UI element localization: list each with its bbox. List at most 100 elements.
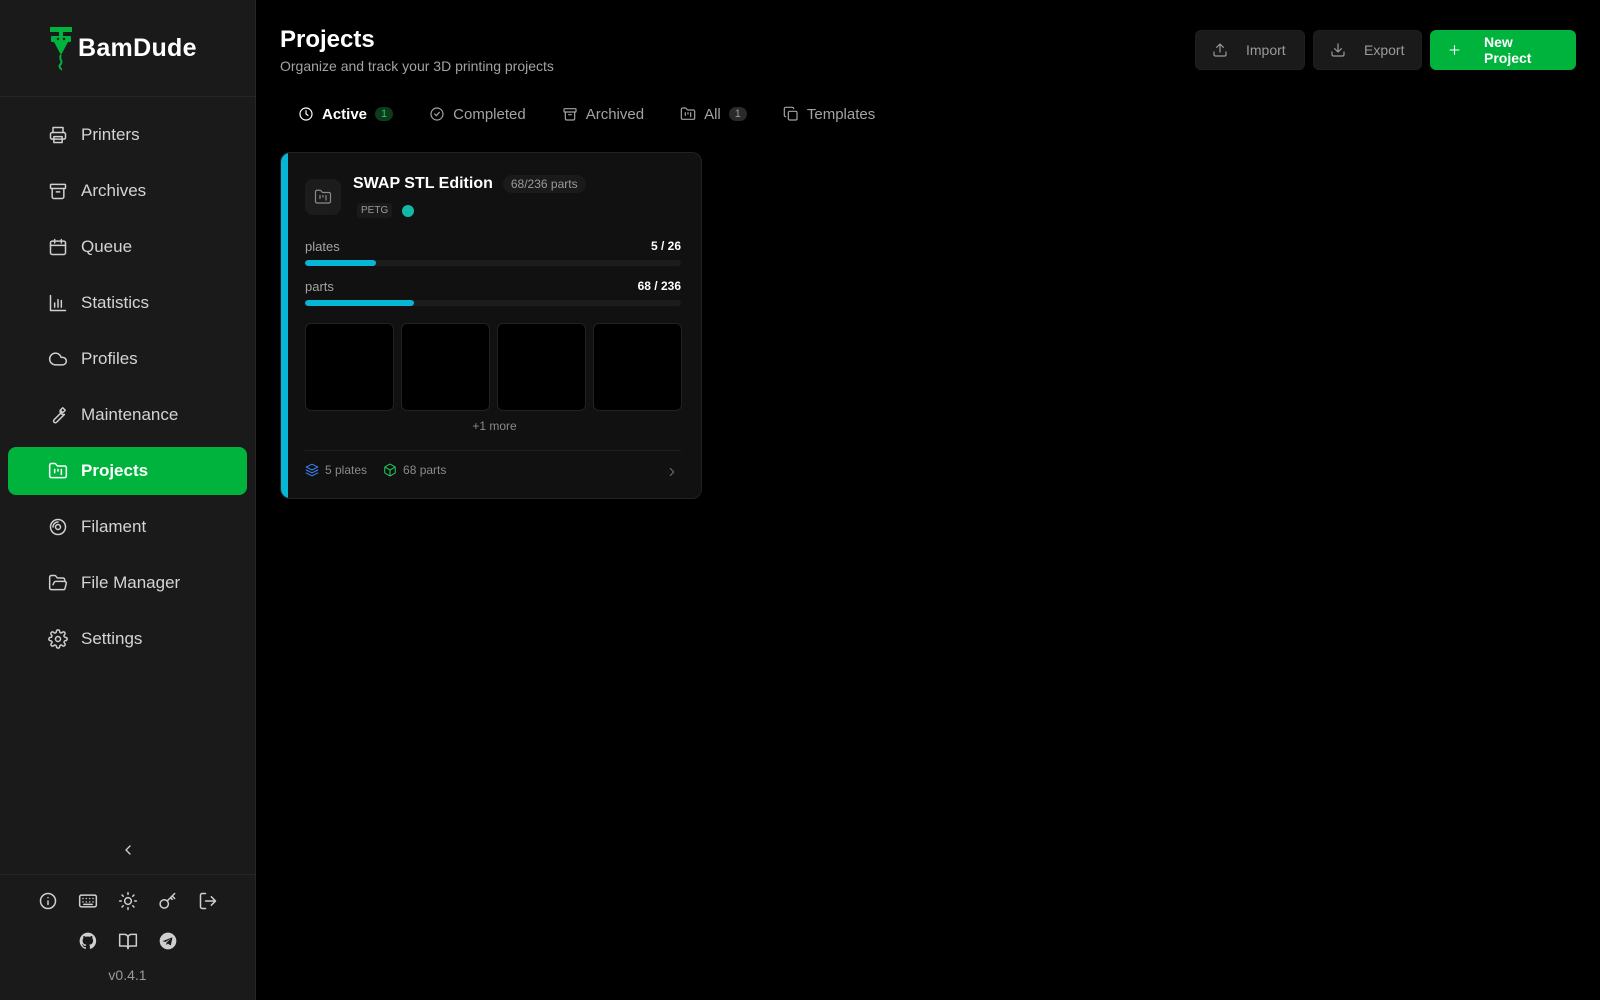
plate-thumbnails bbox=[305, 323, 682, 411]
tab-label: All bbox=[704, 105, 721, 123]
sidebar-item-label: Maintenance bbox=[81, 405, 179, 424]
copy-icon bbox=[783, 106, 798, 121]
main-content: Projects Organize and track your 3D prin… bbox=[256, 0, 1600, 1000]
wrench-icon bbox=[48, 405, 68, 425]
sidebar: BamDude Printers Archives Queue Statisti… bbox=[0, 0, 256, 1000]
tab-label: Archived bbox=[585, 105, 645, 123]
project-title: SWAP STL Edition bbox=[353, 175, 493, 192]
page-subtitle: Organize and track your 3D printing proj… bbox=[280, 58, 554, 74]
parts-label: parts bbox=[305, 279, 334, 294]
folder-kanban-icon bbox=[48, 461, 68, 481]
sidebar-item-label: Printers bbox=[81, 125, 140, 144]
sidebar-item-profiles[interactable]: Profiles bbox=[8, 335, 247, 383]
tab-label: Active bbox=[322, 105, 368, 123]
tab-completed[interactable]: Completed bbox=[411, 100, 544, 128]
plates-label: plates bbox=[305, 239, 340, 254]
plates-progress: plates 5 / 26 bbox=[305, 239, 681, 266]
sidebar-item-maintenance[interactable]: Maintenance bbox=[8, 391, 247, 439]
chevron-right-icon bbox=[669, 467, 675, 477]
export-label: Export bbox=[1364, 42, 1405, 58]
card-divider bbox=[305, 450, 681, 451]
archive-icon bbox=[563, 108, 577, 121]
project-folder-icon bbox=[305, 179, 341, 215]
book-icon[interactable] bbox=[118, 931, 138, 951]
project-card[interactable]: SWAP STL Edition 68/236 parts PETG plate… bbox=[280, 152, 702, 499]
sidebar-item-label: Settings bbox=[81, 629, 143, 648]
brand-name: BamDude bbox=[78, 33, 197, 62]
open-project-chevron[interactable] bbox=[665, 465, 679, 484]
sidebar-item-label: Profiles bbox=[81, 349, 138, 368]
more-thumbnails-label: +1 more bbox=[472, 419, 517, 433]
tab-label: Templates bbox=[806, 105, 876, 123]
header-actions: Import Export New Project bbox=[1195, 30, 1576, 70]
logout-icon[interactable] bbox=[198, 891, 218, 911]
sidebar-item-label: Projects bbox=[81, 461, 149, 480]
plates-progress-fill bbox=[305, 260, 377, 266]
sidebar-item-label: File Manager bbox=[81, 573, 181, 592]
card-footer: 5 plates 68 parts bbox=[305, 463, 446, 477]
sidebar-item-filament[interactable]: Filament bbox=[8, 503, 247, 551]
parts-badge: 68/236 parts bbox=[502, 175, 586, 193]
tab-count-badge: 1 bbox=[375, 107, 394, 121]
sidebar-item-archives[interactable]: Archives bbox=[8, 167, 247, 215]
key-icon[interactable] bbox=[158, 891, 178, 911]
collapse-sidebar-button[interactable] bbox=[116, 838, 140, 862]
page-title: Projects bbox=[280, 26, 375, 53]
printer-icon bbox=[48, 125, 68, 145]
tab-count-badge: 1 bbox=[728, 107, 747, 121]
bar-chart-icon bbox=[48, 293, 68, 313]
clock-icon bbox=[299, 107, 313, 121]
material-tag: PETG bbox=[357, 203, 393, 218]
archive-icon bbox=[48, 181, 68, 201]
new-project-button[interactable]: New Project bbox=[1430, 30, 1576, 70]
bamdude-logo-icon bbox=[50, 27, 72, 71]
footer-parts: 68 parts bbox=[403, 463, 447, 477]
sidebar-nav: Printers Archives Queue Statistics Profi… bbox=[0, 103, 255, 663]
sidebar-item-queue[interactable]: Queue bbox=[8, 223, 247, 271]
chevron-left-icon bbox=[125, 845, 131, 855]
layers-icon bbox=[305, 463, 319, 477]
tab-active[interactable]: Active 1 bbox=[280, 100, 411, 128]
folder-open-icon bbox=[48, 573, 68, 593]
calendar-icon bbox=[48, 237, 68, 257]
project-tabs: Active 1 Completed Archived All 1 Templa… bbox=[280, 100, 893, 128]
telegram-icon[interactable] bbox=[158, 931, 178, 951]
disc-icon bbox=[48, 517, 68, 537]
sidebar-item-projects[interactable]: Projects bbox=[8, 447, 247, 495]
new-project-label: New Project bbox=[1483, 34, 1532, 66]
plate-thumbnail[interactable] bbox=[497, 323, 586, 411]
sidebar-footer: v0.4.1 bbox=[0, 874, 255, 983]
check-circle-icon bbox=[430, 107, 444, 121]
keyboard-icon[interactable] bbox=[78, 891, 98, 911]
download-icon bbox=[1331, 43, 1345, 57]
tab-archived[interactable]: Archived bbox=[544, 100, 662, 128]
sidebar-item-label: Queue bbox=[81, 237, 133, 256]
box-icon bbox=[384, 463, 396, 477]
plates-value: 5 / 26 bbox=[650, 239, 681, 253]
export-button[interactable]: Export bbox=[1313, 30, 1422, 70]
cloud-icon bbox=[48, 349, 68, 369]
tab-templates[interactable]: Templates bbox=[765, 100, 893, 128]
sun-icon[interactable] bbox=[118, 891, 138, 911]
import-button[interactable]: Import bbox=[1195, 30, 1305, 70]
sidebar-item-settings[interactable]: Settings bbox=[8, 615, 247, 663]
sidebar-item-printers[interactable]: Printers bbox=[8, 111, 247, 159]
plus-icon bbox=[1449, 45, 1460, 55]
sidebar-item-label: Filament bbox=[81, 517, 147, 536]
info-icon[interactable] bbox=[38, 891, 58, 911]
brand[interactable]: BamDude bbox=[0, 0, 255, 97]
github-icon[interactable] bbox=[78, 931, 98, 951]
plate-thumbnail[interactable] bbox=[593, 323, 682, 411]
gear-icon bbox=[48, 629, 68, 649]
plate-thumbnail[interactable] bbox=[305, 323, 394, 411]
sidebar-item-file-manager[interactable]: File Manager bbox=[8, 559, 247, 607]
sidebar-item-label: Archives bbox=[81, 181, 147, 200]
project-status-accent bbox=[281, 153, 288, 498]
tab-all[interactable]: All 1 bbox=[662, 100, 765, 128]
parts-value: 68 / 236 bbox=[637, 279, 681, 293]
plate-thumbnail[interactable] bbox=[401, 323, 490, 411]
upload-icon bbox=[1213, 43, 1227, 57]
sidebar-item-statistics[interactable]: Statistics bbox=[8, 279, 247, 327]
sidebar-item-label: Statistics bbox=[81, 293, 150, 312]
filament-color-dot bbox=[402, 204, 415, 217]
